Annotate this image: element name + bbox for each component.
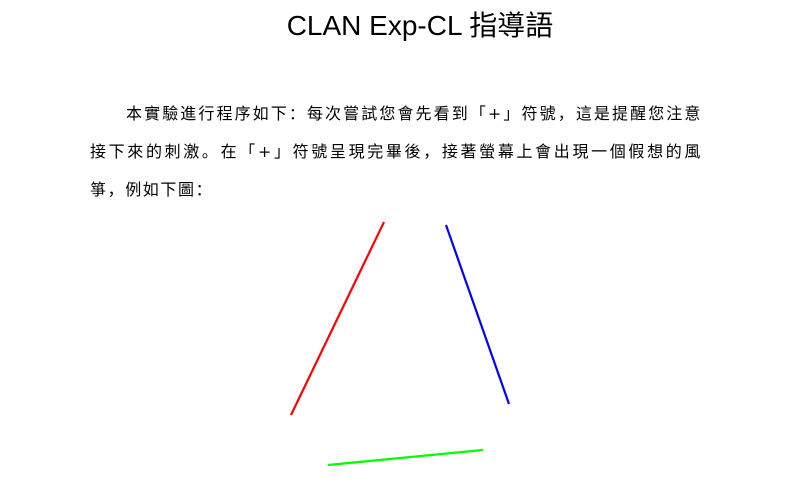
- kite-bottom-green-line: [327, 448, 484, 467]
- kite-left-red-line: [290, 221, 385, 416]
- kite-right-blue-line: [444, 224, 511, 405]
- kite-example-figure: [290, 221, 511, 467]
